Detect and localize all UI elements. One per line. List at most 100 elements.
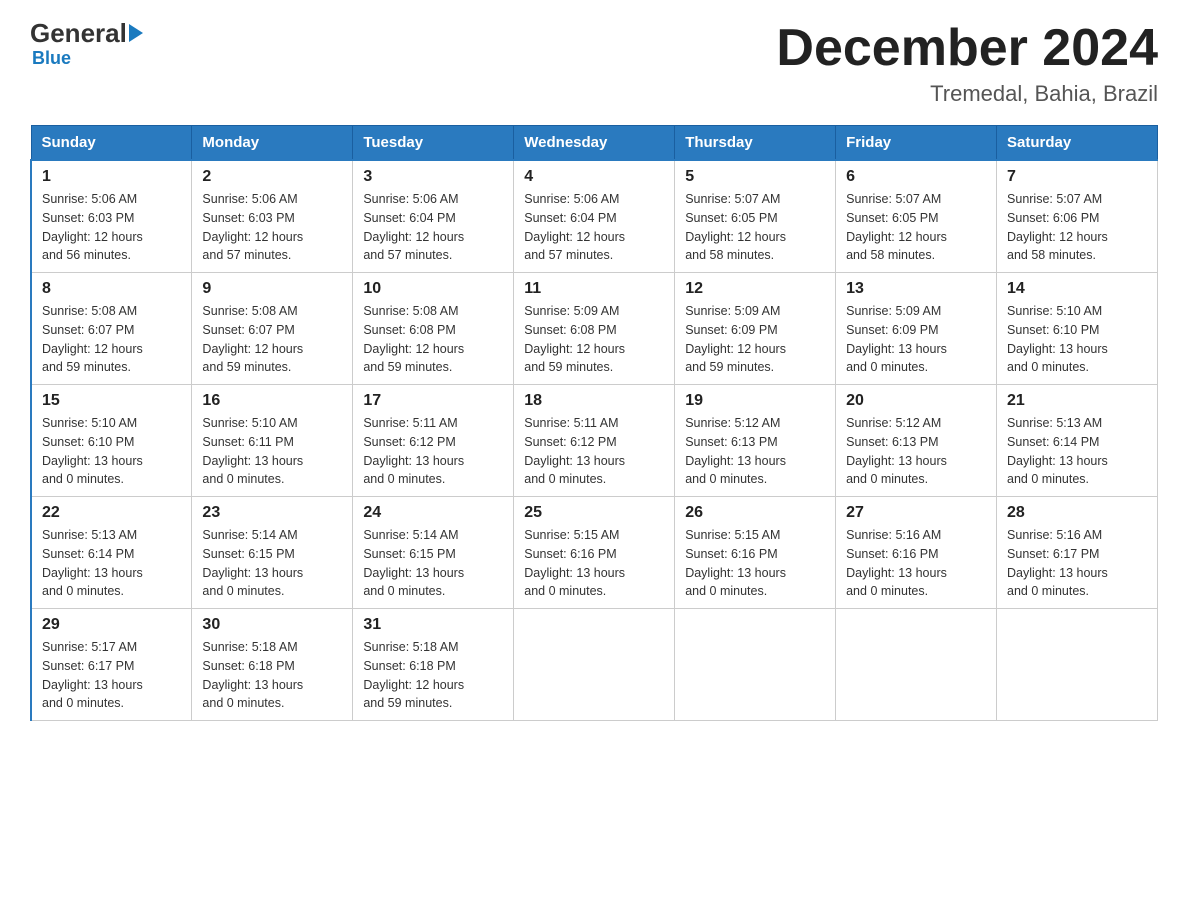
calendar-week-row: 29 Sunrise: 5:17 AMSunset: 6:17 PMDayligh… — [31, 609, 1158, 721]
day-number: 28 — [1007, 504, 1147, 522]
calendar-cell — [997, 609, 1158, 721]
day-number: 25 — [524, 504, 664, 522]
logo-arrow-icon — [129, 24, 143, 42]
column-header-thursday: Thursday — [675, 126, 836, 161]
day-info: Sunrise: 5:17 AMSunset: 6:17 PMDaylight:… — [42, 638, 181, 713]
day-info: Sunrise: 5:14 AMSunset: 6:15 PMDaylight:… — [202, 526, 342, 601]
day-number: 4 — [524, 168, 664, 186]
day-number: 8 — [42, 280, 181, 298]
calendar-cell: 26 Sunrise: 5:15 AMSunset: 6:16 PMDayligh… — [675, 497, 836, 609]
day-info: Sunrise: 5:06 AMSunset: 6:04 PMDaylight:… — [524, 190, 664, 265]
calendar-cell: 3Sunrise: 5:06 AMSunset: 6:04 PMDaylight… — [353, 160, 514, 273]
calendar-cell: 24Sunrise: 5:14 AMSunset: 6:15 PMDayligh… — [353, 497, 514, 609]
calendar-cell: 29 Sunrise: 5:17 AMSunset: 6:17 PMDayligh… — [31, 609, 192, 721]
day-info: Sunrise: 5:06 AMSunset: 6:03 PMDaylight:… — [42, 190, 181, 265]
day-info: Sunrise: 5:09 AMSunset: 6:09 PMDaylight:… — [846, 302, 986, 377]
day-number: 12 — [685, 280, 825, 298]
day-info: Sunrise: 5:10 AMSunset: 6:11 PMDaylight:… — [202, 414, 342, 489]
day-number: 26 — [685, 504, 825, 522]
calendar-cell: 5 Sunrise: 5:07 AMSunset: 6:05 PMDaylight… — [675, 160, 836, 273]
logo-general-text: General — [30, 20, 127, 46]
calendar-cell: 16Sunrise: 5:10 AMSunset: 6:11 PMDayligh… — [192, 385, 353, 497]
calendar-cell: 23 Sunrise: 5:14 AMSunset: 6:15 PMDayligh… — [192, 497, 353, 609]
day-info: Sunrise: 5:18 AMSunset: 6:18 PMDaylight:… — [363, 638, 503, 713]
calendar-cell: 25 Sunrise: 5:15 AMSunset: 6:16 PMDayligh… — [514, 497, 675, 609]
day-number: 14 — [1007, 280, 1147, 298]
day-info: Sunrise: 5:15 AMSunset: 6:16 PMDaylight:… — [524, 526, 664, 601]
page-title: December 2024 — [776, 20, 1158, 77]
day-info: Sunrise: 5:07 AMSunset: 6:06 PMDaylight:… — [1007, 190, 1147, 265]
day-info: Sunrise: 5:13 AMSunset: 6:14 PMDaylight:… — [42, 526, 181, 601]
day-number: 29 — [42, 616, 181, 634]
calendar-cell: 12 Sunrise: 5:09 AMSunset: 6:09 PMDayligh… — [675, 273, 836, 385]
calendar-cell: 2 Sunrise: 5:06 AMSunset: 6:03 PMDaylight… — [192, 160, 353, 273]
day-number: 2 — [202, 168, 342, 186]
calendar-cell: 6Sunrise: 5:07 AMSunset: 6:05 PMDaylight… — [836, 160, 997, 273]
column-header-sunday: Sunday — [31, 126, 192, 161]
column-header-monday: Monday — [192, 126, 353, 161]
calendar-cell: 27 Sunrise: 5:16 AMSunset: 6:16 PMDayligh… — [836, 497, 997, 609]
day-info: Sunrise: 5:08 AMSunset: 6:07 PMDaylight:… — [202, 302, 342, 377]
day-number: 19 — [685, 392, 825, 410]
day-info: Sunrise: 5:09 AMSunset: 6:08 PMDaylight:… — [524, 302, 664, 377]
page-subtitle: Tremedal, Bahia, Brazil — [776, 81, 1158, 107]
calendar-cell: 10 Sunrise: 5:08 AMSunset: 6:08 PMDayligh… — [353, 273, 514, 385]
calendar-cell: 18 Sunrise: 5:11 AMSunset: 6:12 PMDayligh… — [514, 385, 675, 497]
calendar-week-row: 22 Sunrise: 5:13 AMSunset: 6:14 PMDayligh… — [31, 497, 1158, 609]
day-info: Sunrise: 5:06 AMSunset: 6:03 PMDaylight:… — [202, 190, 342, 265]
calendar-cell: 9Sunrise: 5:08 AMSunset: 6:07 PMDaylight… — [192, 273, 353, 385]
day-info: Sunrise: 5:09 AMSunset: 6:09 PMDaylight:… — [685, 302, 825, 377]
day-info: Sunrise: 5:11 AMSunset: 6:12 PMDaylight:… — [363, 414, 503, 489]
day-number: 23 — [202, 504, 342, 522]
calendar-cell: 7 Sunrise: 5:07 AMSunset: 6:06 PMDaylight… — [997, 160, 1158, 273]
day-info: Sunrise: 5:12 AMSunset: 6:13 PMDaylight:… — [846, 414, 986, 489]
calendar-cell: 1 Sunrise: 5:06 AMSunset: 6:03 PMDaylight… — [31, 160, 192, 273]
day-number: 11 — [524, 280, 664, 298]
day-info: Sunrise: 5:08 AMSunset: 6:07 PMDaylight:… — [42, 302, 181, 377]
day-info: Sunrise: 5:08 AMSunset: 6:08 PMDaylight:… — [363, 302, 503, 377]
day-number: 18 — [524, 392, 664, 410]
calendar-cell: 4 Sunrise: 5:06 AMSunset: 6:04 PMDaylight… — [514, 160, 675, 273]
day-number: 5 — [685, 168, 825, 186]
day-info: Sunrise: 5:11 AMSunset: 6:12 PMDaylight:… — [524, 414, 664, 489]
day-number: 27 — [846, 504, 986, 522]
day-number: 22 — [42, 504, 181, 522]
day-number: 30 — [202, 616, 342, 634]
day-info: Sunrise: 5:16 AMSunset: 6:16 PMDaylight:… — [846, 526, 986, 601]
day-info: Sunrise: 5:14 AMSunset: 6:15 PMDaylight:… — [363, 526, 503, 601]
calendar-cell: 11 Sunrise: 5:09 AMSunset: 6:08 PMDayligh… — [514, 273, 675, 385]
day-info: Sunrise: 5:10 AMSunset: 6:10 PMDaylight:… — [1007, 302, 1147, 377]
day-number: 13 — [846, 280, 986, 298]
day-number: 31 — [363, 616, 503, 634]
day-info: Sunrise: 5:12 AMSunset: 6:13 PMDaylight:… — [685, 414, 825, 489]
day-number: 21 — [1007, 392, 1147, 410]
day-info: Sunrise: 5:07 AMSunset: 6:05 PMDaylight:… — [685, 190, 825, 265]
calendar-cell — [675, 609, 836, 721]
calendar-header-row: SundayMondayTuesdayWednesdayThursdayFrid… — [31, 126, 1158, 161]
title-block: December 2024 Tremedal, Bahia, Brazil — [776, 20, 1158, 107]
day-info: Sunrise: 5:18 AMSunset: 6:18 PMDaylight:… — [202, 638, 342, 713]
calendar-week-row: 1 Sunrise: 5:06 AMSunset: 6:03 PMDaylight… — [31, 160, 1158, 273]
day-info: Sunrise: 5:15 AMSunset: 6:16 PMDaylight:… — [685, 526, 825, 601]
day-number: 10 — [363, 280, 503, 298]
day-info: Sunrise: 5:07 AMSunset: 6:05 PMDaylight:… — [846, 190, 986, 265]
page-header: General Blue December 2024 Tremedal, Bah… — [30, 20, 1158, 107]
day-info: Sunrise: 5:06 AMSunset: 6:04 PMDaylight:… — [363, 190, 503, 265]
calendar-cell: 20Sunrise: 5:12 AMSunset: 6:13 PMDayligh… — [836, 385, 997, 497]
column-header-friday: Friday — [836, 126, 997, 161]
calendar-cell: 22 Sunrise: 5:13 AMSunset: 6:14 PMDayligh… — [31, 497, 192, 609]
calendar-week-row: 8 Sunrise: 5:08 AMSunset: 6:07 PMDaylight… — [31, 273, 1158, 385]
day-number: 7 — [1007, 168, 1147, 186]
column-header-saturday: Saturday — [997, 126, 1158, 161]
calendar-cell: 13 Sunrise: 5:09 AMSunset: 6:09 PMDayligh… — [836, 273, 997, 385]
column-header-wednesday: Wednesday — [514, 126, 675, 161]
logo-blue-text: Blue — [32, 48, 71, 69]
calendar-cell: 28 Sunrise: 5:16 AMSunset: 6:17 PMDayligh… — [997, 497, 1158, 609]
day-info: Sunrise: 5:16 AMSunset: 6:17 PMDaylight:… — [1007, 526, 1147, 601]
day-info: Sunrise: 5:13 AMSunset: 6:14 PMDaylight:… — [1007, 414, 1147, 489]
day-info: Sunrise: 5:10 AMSunset: 6:10 PMDaylight:… — [42, 414, 181, 489]
day-number: 1 — [42, 168, 181, 186]
calendar-cell: 17Sunrise: 5:11 AMSunset: 6:12 PMDayligh… — [353, 385, 514, 497]
calendar-cell: 19 Sunrise: 5:12 AMSunset: 6:13 PMDayligh… — [675, 385, 836, 497]
calendar-week-row: 15Sunrise: 5:10 AMSunset: 6:10 PMDayligh… — [31, 385, 1158, 497]
